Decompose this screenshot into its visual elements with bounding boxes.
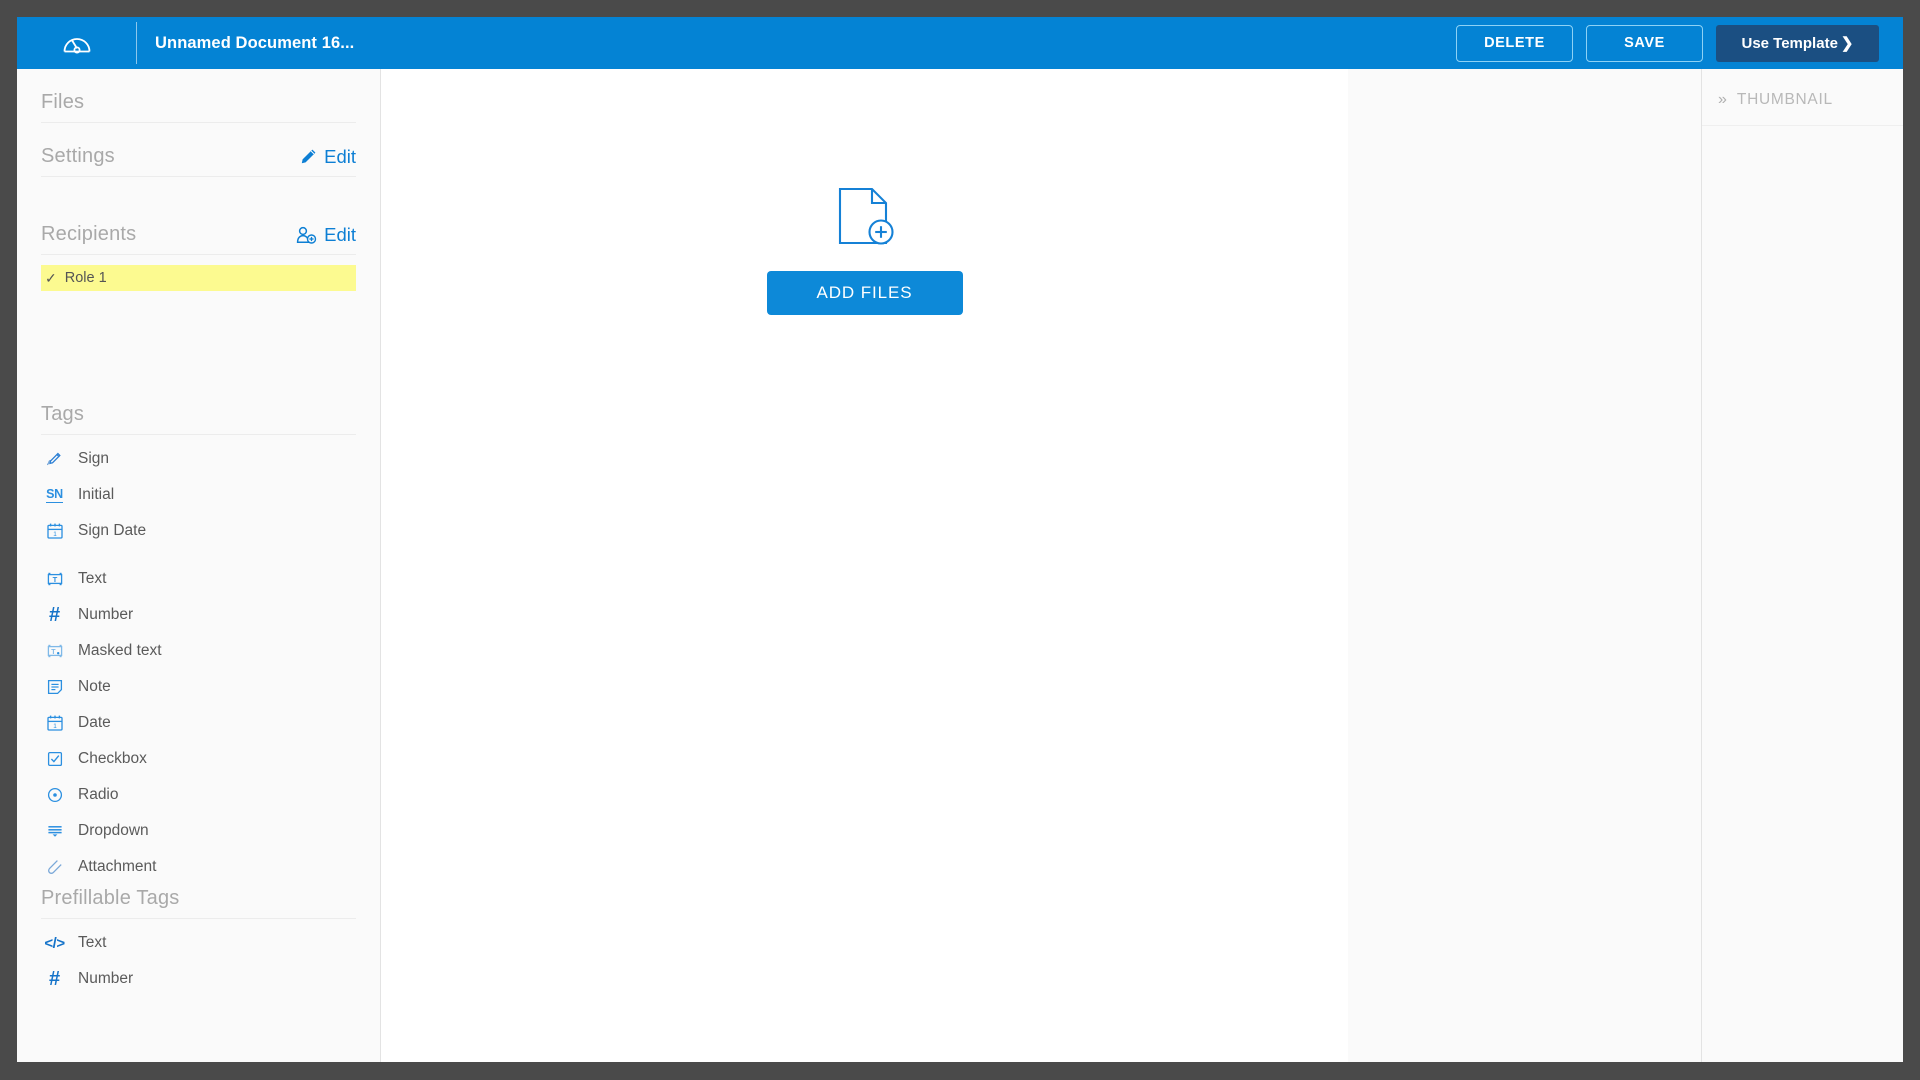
tag-item-text[interactable]: T Text xyxy=(41,561,356,597)
section-settings: Settings Edit xyxy=(41,123,356,177)
recipients-title: Recipients xyxy=(41,223,137,245)
role-label: Role 1 xyxy=(64,270,107,286)
tags-group-two: T Text # Number T Masked text Note 1 Dat… xyxy=(41,561,356,885)
tag-label: Number xyxy=(78,970,134,987)
svg-text:T: T xyxy=(52,575,57,584)
tag-label: Dropdown xyxy=(78,822,149,839)
document-title: Unnamed Document 16... xyxy=(155,33,355,52)
tag-item-radio[interactable]: Radio xyxy=(41,777,356,813)
tag-item-dropdown[interactable]: Dropdown xyxy=(41,813,356,849)
pencil-icon xyxy=(300,148,317,165)
use-template-label: Use Template xyxy=(1741,34,1838,52)
prefillable-tag-item-number[interactable]: # Number xyxy=(41,961,356,997)
tag-item-number[interactable]: # Number xyxy=(41,597,356,633)
dropdown-icon xyxy=(44,821,65,842)
tag-item-masked-text[interactable]: T Masked text xyxy=(41,633,356,669)
prefillable-tags-title: Prefillable Tags xyxy=(41,887,180,909)
tag-item-initial[interactable]: SN Initial xyxy=(41,477,356,513)
tags-group-one: Sign SN Initial 1 Sign Date xyxy=(41,435,356,549)
settings-title: Settings xyxy=(41,145,115,167)
add-files-button[interactable]: ADD FILES xyxy=(766,271,963,315)
recipients-edit-button[interactable]: Edit xyxy=(296,224,356,246)
section-tags: Tags xyxy=(41,403,356,435)
header-actions: DELETE SAVE Use Template ❯ xyxy=(1456,24,1903,62)
tag-label: Note xyxy=(78,678,111,695)
settings-edit-label: Edit xyxy=(324,145,356,167)
section-files[interactable]: Files xyxy=(41,69,356,123)
note-icon xyxy=(44,677,65,698)
app-body: Files Settings Edit Recipients Edit ✓ Ro… xyxy=(17,69,1903,1062)
masked-text-icon: T xyxy=(44,641,65,662)
tag-item-date[interactable]: 1 Date xyxy=(41,705,356,741)
app-logo[interactable] xyxy=(17,17,136,69)
radio-icon xyxy=(44,785,65,806)
tags-group-divider xyxy=(41,549,356,561)
tags-title: Tags xyxy=(41,403,85,425)
gauge-icon xyxy=(62,30,92,56)
tag-item-note[interactable]: Note xyxy=(41,669,356,705)
recipients-edit-label: Edit xyxy=(324,223,356,245)
check-icon: ✓ xyxy=(45,270,57,286)
tag-label: Text xyxy=(78,570,107,587)
code-brackets-icon: </> xyxy=(44,934,65,952)
calendar-icon: 1 xyxy=(44,521,65,542)
application-window: Unnamed Document 16... DELETE SAVE Use T… xyxy=(17,17,1903,1062)
hash-number-icon: # xyxy=(48,604,61,626)
section-recipients: Recipients Edit xyxy=(41,177,356,255)
tag-item-sign[interactable]: Sign xyxy=(41,441,356,477)
chevron-right-icon: ❯ xyxy=(1840,34,1854,52)
tag-label: Number xyxy=(78,606,134,623)
svg-text:T: T xyxy=(51,649,56,656)
prefillable-tag-item-text[interactable]: </> Text xyxy=(41,925,356,961)
tag-label: Text xyxy=(78,934,107,951)
tag-label: Initial xyxy=(78,486,115,503)
initial-sn-icon: SN xyxy=(46,487,63,503)
calendar-icon: 1 xyxy=(44,713,65,734)
tag-item-attachment[interactable]: Attachment xyxy=(41,849,356,885)
document-add-icon xyxy=(836,187,894,249)
files-title: Files xyxy=(41,91,85,113)
recipient-role-item[interactable]: ✓ Role 1 xyxy=(41,265,356,291)
recipients-spacer xyxy=(41,291,356,403)
section-prefillable-tags: Prefillable Tags xyxy=(41,885,356,919)
tag-label: Masked text xyxy=(78,642,162,659)
canvas-empty-area xyxy=(1348,69,1701,1062)
person-add-icon xyxy=(296,226,317,244)
tag-label: Attachment xyxy=(78,858,157,875)
settings-edit-button[interactable]: Edit xyxy=(300,146,356,168)
document-canvas: ADD FILES xyxy=(381,69,1701,1062)
canvas-page-area: ADD FILES xyxy=(381,69,1348,1062)
tag-item-sign-date[interactable]: 1 Sign Date xyxy=(41,513,356,549)
sign-pen-icon xyxy=(44,449,65,470)
file-dropzone[interactable]: ADD FILES xyxy=(766,187,963,315)
paperclip-icon xyxy=(44,857,65,878)
tag-label: Date xyxy=(78,714,111,731)
use-template-button[interactable]: Use Template ❯ xyxy=(1716,24,1879,62)
app-header: Unnamed Document 16... DELETE SAVE Use T… xyxy=(17,17,1903,69)
text-field-icon: T xyxy=(44,569,65,590)
prefillable-tags-list: </> Text # Number xyxy=(41,919,356,997)
svg-text:1: 1 xyxy=(53,723,57,730)
tag-item-checkbox[interactable]: Checkbox xyxy=(41,741,356,777)
save-button[interactable]: SAVE xyxy=(1586,24,1703,62)
left-sidebar: Files Settings Edit Recipients Edit ✓ Ro… xyxy=(17,69,381,1062)
tag-label: Sign Date xyxy=(78,522,147,539)
hash-number-icon: # xyxy=(48,968,61,990)
tag-label: Radio xyxy=(78,786,119,803)
checkbox-icon xyxy=(44,749,65,770)
tag-label: Sign xyxy=(78,450,110,467)
thumbnail-header: » THUMBNAIL xyxy=(1702,69,1903,126)
svg-text:1: 1 xyxy=(53,531,57,538)
double-chevron-right-icon[interactable]: » xyxy=(1718,92,1727,108)
tag-label: Checkbox xyxy=(78,750,147,767)
delete-button[interactable]: DELETE xyxy=(1456,24,1573,62)
thumbnail-panel: » THUMBNAIL xyxy=(1701,69,1903,1062)
thumbnail-title: THUMBNAIL xyxy=(1736,91,1833,108)
